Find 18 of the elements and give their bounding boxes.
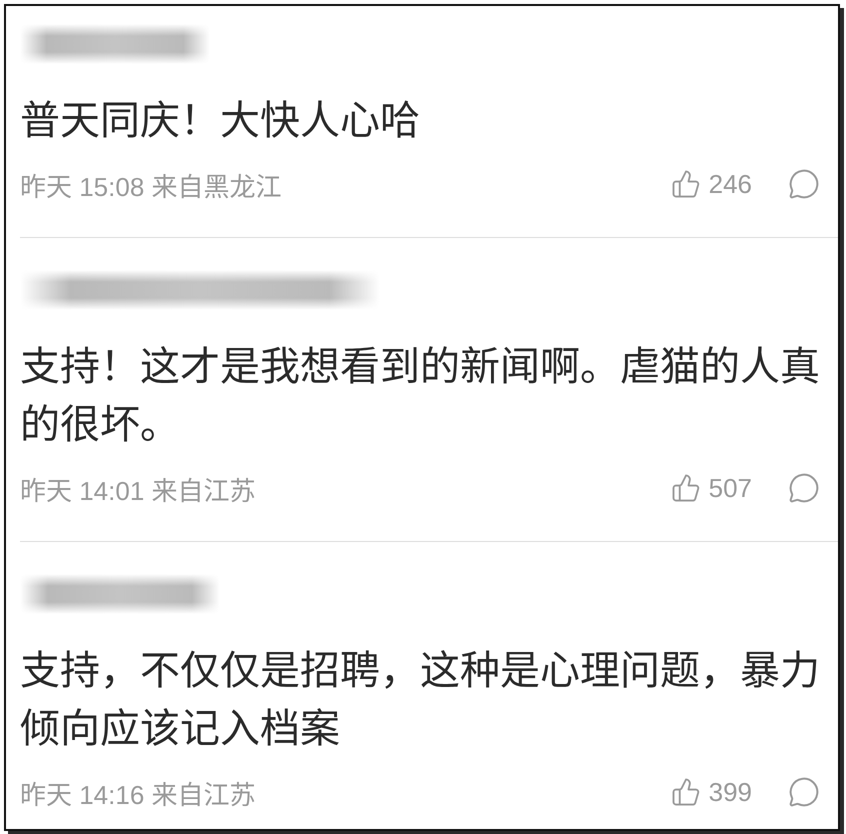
comment-text: 支持！这才是我想看到的新闻啊。虐猫的人真的很坏。 — [20, 344, 821, 449]
reply-button[interactable] — [788, 168, 820, 200]
comment-meta: 昨天 14:01 来自江苏 — [20, 474, 256, 506]
comment-meta: 昨天 15:08 来自黑龙江 — [20, 170, 282, 202]
speech-bubble-icon — [788, 776, 820, 808]
thumbs-up-icon — [670, 777, 701, 807]
reply-button[interactable] — [788, 472, 820, 504]
like-button[interactable]: 246 — [670, 168, 752, 200]
thumbs-up-icon — [670, 169, 701, 199]
comment-text: 普天同庆！大快人心哈 — [20, 98, 421, 145]
like-button[interactable]: 507 — [670, 472, 752, 504]
thumbs-up-icon — [670, 473, 701, 503]
comment-text: 支持，不仅仅是招聘，这种是心理问题，暴力倾向应该记入档案 — [20, 648, 821, 753]
speech-bubble-icon — [788, 168, 820, 200]
comment-meta: 昨天 14:16 来自江苏 — [20, 778, 256, 810]
speech-bubble-icon — [788, 472, 820, 504]
like-button[interactable]: 399 — [670, 776, 752, 808]
reply-button[interactable] — [788, 776, 820, 808]
